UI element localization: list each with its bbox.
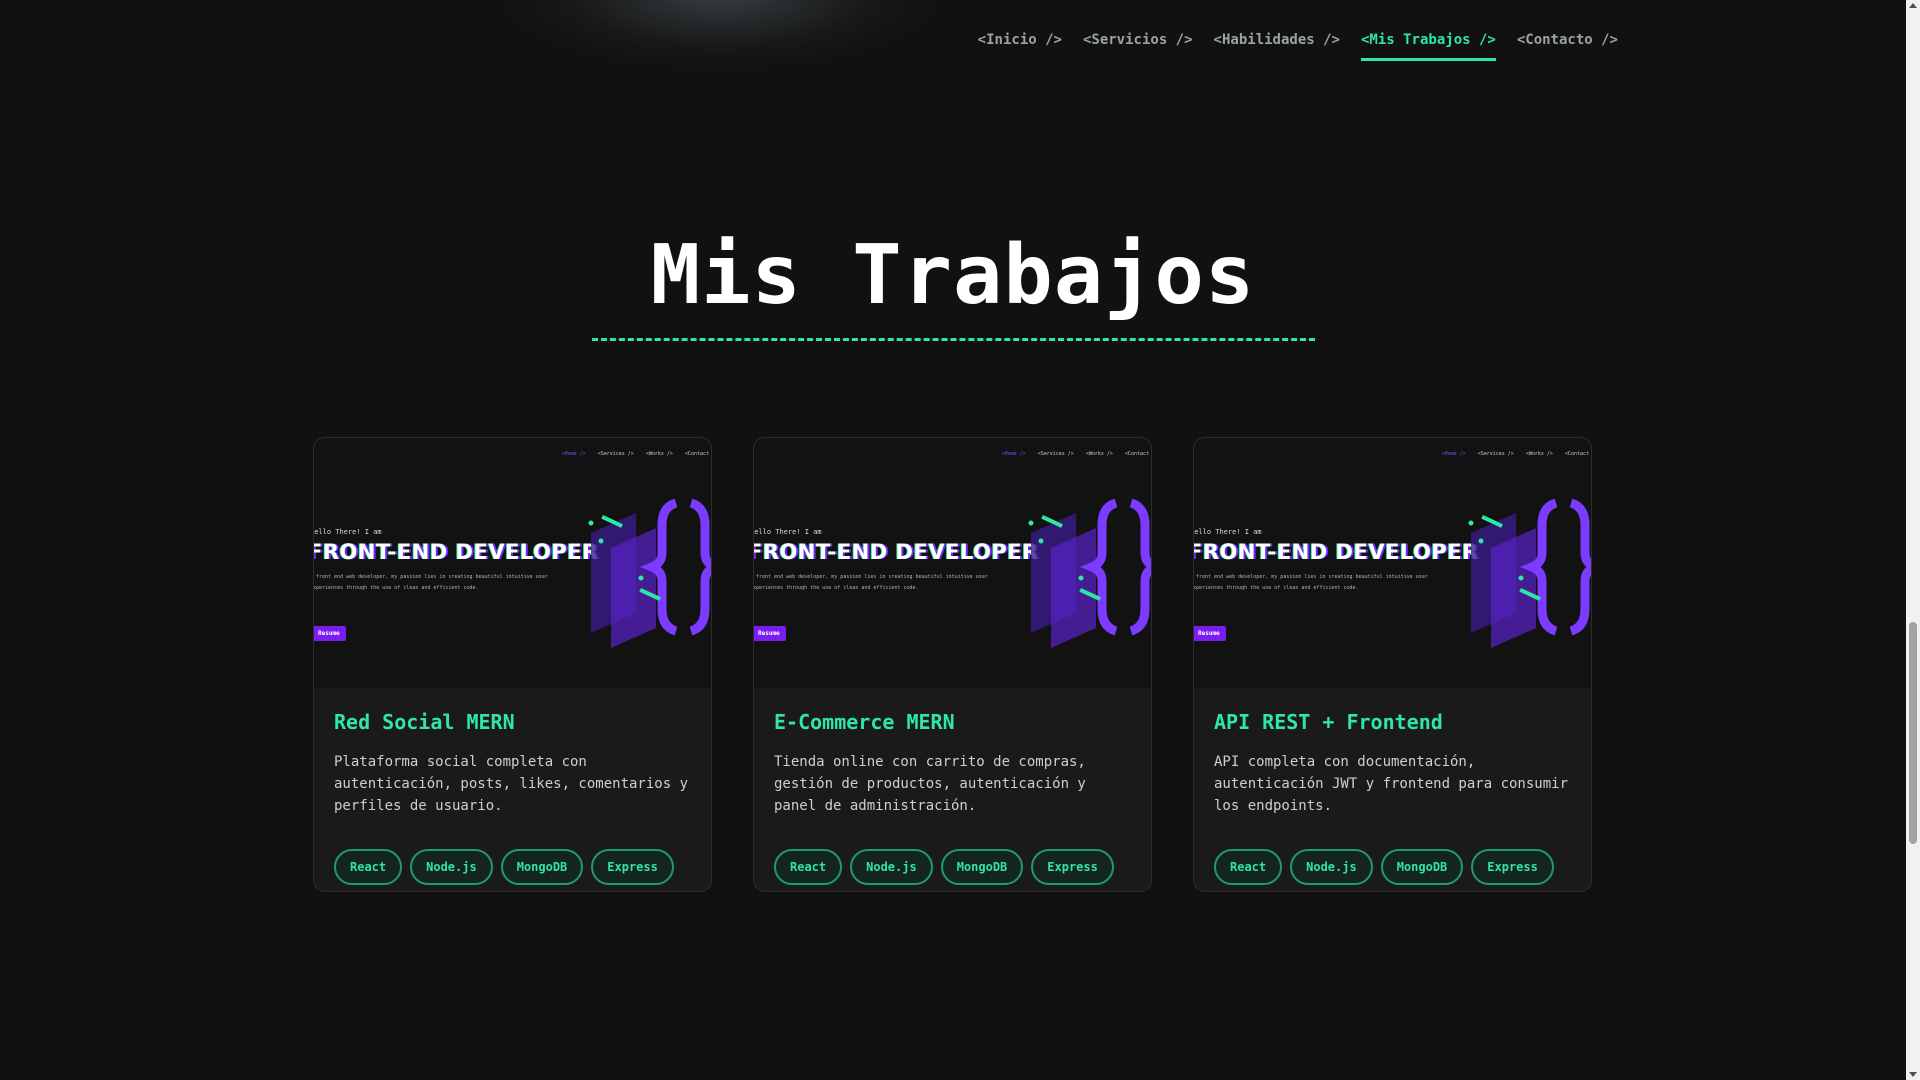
project-thumbnail[interactable]: <Home /> <Services /> <Works /> <Contact… — [314, 438, 711, 688]
code-braces-illustration — [588, 498, 711, 648]
project-tags: React Node.js MongoDB Express — [334, 849, 691, 885]
tag-express[interactable]: Express — [1471, 849, 1554, 885]
thumbnail-nav-item: <Works /> — [1085, 451, 1113, 457]
nav-item-inicio[interactable]: <Inicio /> — [978, 32, 1062, 61]
thumbnail-description: a front end web developer, my passion li… — [314, 574, 548, 591]
project-card[interactable]: <Home /> <Services /> <Works /> <Contact… — [1193, 437, 1592, 892]
tag-express[interactable]: Express — [591, 849, 674, 885]
thumbnail-description: a front end web developer, my passion li… — [1194, 574, 1428, 591]
project-title: Red Social MERN — [334, 710, 515, 734]
project-description: API completa con documentación, autentic… — [1214, 754, 1569, 814]
section-title: Mis Trabajos — [650, 228, 1256, 323]
project-card-body: Red Social MERN Plataforma social comple… — [314, 688, 711, 885]
tag-mongodb[interactable]: MongoDB — [940, 849, 1024, 885]
thumbnail-resume-button: Resume — [314, 626, 346, 641]
project-card-body: API REST + Frontend API completa con doc… — [1194, 688, 1591, 885]
project-title: API REST + Frontend — [1214, 710, 1443, 734]
main-nav: <Inicio /> <Servicios /> <Habilidades />… — [978, 32, 1618, 61]
scroll-down-icon[interactable] — [1909, 1072, 1917, 1077]
thumbnail-resume-button: Resume — [754, 626, 786, 641]
tag-mongodb[interactable]: MongoDB — [500, 849, 584, 885]
thumbnail-greeting: Hello There! I am — [314, 528, 382, 536]
thumbnail-nav: <Home /> <Services /> <Works /> <Contact — [1442, 451, 1589, 457]
tag-react[interactable]: React — [334, 849, 403, 885]
project-thumbnail[interactable]: <Home /> <Services /> <Works /> <Contact… — [754, 438, 1151, 688]
tag-mongodb[interactable]: MongoDB — [1380, 849, 1464, 885]
thumbnail-nav: <Home /> <Services /> <Works /> <Contact — [562, 451, 709, 457]
thumbnail-nav-item: <Services /> — [1037, 451, 1074, 457]
thumbnail-nav-item: <Contact — [684, 451, 709, 457]
nav-item-habilidades[interactable]: <Habilidades /> — [1214, 32, 1340, 61]
thumbnail-resume-button: Resume — [1194, 626, 1226, 641]
thumbnail-nav-item: <Works /> — [1525, 451, 1553, 457]
tag-nodejs[interactable]: Node.js — [410, 849, 493, 885]
tag-nodejs[interactable]: Node.js — [850, 849, 933, 885]
thumbnail-nav: <Home /> <Services /> <Works /> <Contact — [1002, 451, 1149, 457]
code-braces-illustration — [1028, 498, 1151, 648]
tag-react[interactable]: React — [774, 849, 843, 885]
project-tags: React Node.js MongoDB Express — [774, 849, 1131, 885]
thumbnail-role: FRONT-END DEVELOPER — [314, 540, 599, 564]
thumbnail-nav-item: <Contact — [1124, 451, 1149, 457]
project-title: E-Commerce MERN — [774, 710, 955, 734]
tag-react[interactable]: React — [1214, 849, 1283, 885]
projects-grid: <Home /> <Services /> <Works /> <Contact… — [313, 437, 1592, 892]
thumbnail-nav-item: <Contact — [1564, 451, 1589, 457]
scroll-up-icon[interactable] — [1909, 3, 1917, 8]
thumbnail-role: FRONT-END DEVELOPER — [754, 540, 1039, 564]
title-underline — [592, 338, 1315, 341]
thumbnail-description: a front end web developer, my passion li… — [754, 574, 988, 591]
thumbnail-role: FRONT-END DEVELOPER — [1194, 540, 1479, 564]
thumbnail-nav-item: <Services /> — [1477, 451, 1514, 457]
nav-item-contacto[interactable]: <Contacto /> — [1517, 32, 1618, 61]
nav-item-mis-trabajos[interactable]: <Mis Trabajos /> — [1360, 32, 1496, 61]
thumbnail-nav-item: <Home /> — [1441, 451, 1466, 457]
thumbnail-nav-item: <Home /> — [561, 451, 586, 457]
thumbnail-nav-item: <Home /> — [1001, 451, 1026, 457]
project-card[interactable]: <Home /> <Services /> <Works /> <Contact… — [753, 437, 1152, 892]
thumbnail-nav-item: <Works /> — [645, 451, 673, 457]
project-card[interactable]: <Home /> <Services /> <Works /> <Contact… — [313, 437, 712, 892]
vertical-scrollbar[interactable] — [1906, 0, 1920, 1080]
tag-nodejs[interactable]: Node.js — [1290, 849, 1373, 885]
project-description: Tienda online con carrito de compras, ge… — [774, 754, 1086, 814]
nav-item-servicios[interactable]: <Servicios /> — [1083, 32, 1193, 61]
scrollbar-thumb[interactable] — [1909, 622, 1917, 844]
project-card-body: E-Commerce MERN Tienda online con carrit… — [754, 688, 1151, 885]
header-glow — [500, 0, 940, 70]
project-tags: React Node.js MongoDB Express — [1214, 849, 1571, 885]
project-thumbnail[interactable]: <Home /> <Services /> <Works /> <Contact… — [1194, 438, 1591, 688]
thumbnail-greeting: Hello There! I am — [1194, 528, 1262, 536]
tag-express[interactable]: Express — [1031, 849, 1114, 885]
thumbnail-greeting: Hello There! I am — [754, 528, 822, 536]
project-description: Plataforma social completa con autentica… — [334, 754, 689, 814]
thumbnail-nav-item: <Services /> — [597, 451, 634, 457]
code-braces-illustration — [1468, 498, 1591, 648]
